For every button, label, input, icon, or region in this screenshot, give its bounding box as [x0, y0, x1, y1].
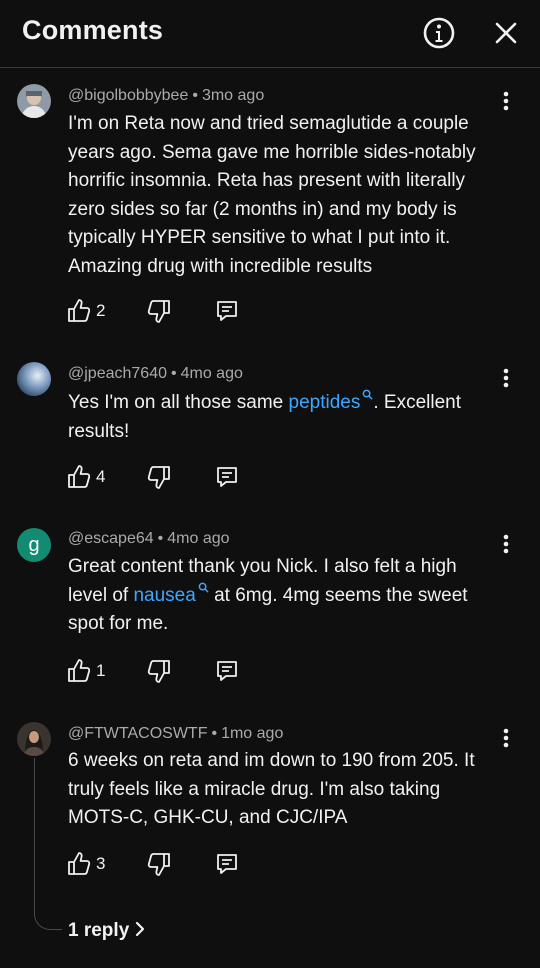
page-title: Comments: [22, 15, 164, 45]
thumb-down-icon[interactable]: [146, 464, 172, 490]
comment-time: 3mo ago: [201, 87, 265, 104]
like-count: 3: [96, 854, 106, 873]
thumb-down-icon[interactable]: [146, 298, 172, 324]
comment-text: Great content thank you Nick. I also fel…: [68, 553, 498, 639]
comment-meta: @bigolbobbybee • 3mo ago: [68, 87, 265, 104]
view-replies-button[interactable]: 1 reply: [68, 920, 147, 942]
more-vert-icon[interactable]: [496, 725, 516, 753]
comment-time: 1mo ago: [221, 725, 284, 742]
avatar[interactable]: [17, 362, 51, 396]
comments-header: Comments: [0, 0, 540, 68]
thumb-up-icon[interactable]: [66, 658, 92, 684]
comment-text: Yes I'm on all those same peptides. Exce…: [68, 389, 498, 446]
close-icon[interactable]: [489, 16, 523, 50]
avatar[interactable]: g: [17, 528, 51, 562]
like-count: 1: [96, 661, 106, 680]
comment-author[interactable]: @bigolbobbybee: [68, 87, 188, 104]
thumb-down-icon[interactable]: [146, 851, 172, 877]
reply-comment-icon[interactable]: [214, 298, 240, 324]
comment-text-content: 6 weeks on reta and im down to 190 from …: [68, 750, 475, 828]
thumb-up-icon[interactable]: [66, 851, 92, 877]
comment-meta: @jpeach7640 • 4mo ago: [68, 365, 243, 382]
comment-text: 6 weeks on reta and im down to 190 from …: [68, 747, 500, 833]
comment-time: 4mo ago: [167, 530, 230, 547]
search-icon: [362, 389, 373, 400]
link-text[interactable]: peptides: [289, 392, 361, 413]
replies-label[interactable]: 1 reply: [68, 920, 129, 941]
like-count: 2: [96, 301, 106, 320]
more-vert-icon[interactable]: [496, 531, 516, 559]
avatar[interactable]: [17, 722, 51, 756]
comment-author[interactable]: @FTWTACOSWTF: [68, 725, 207, 742]
comment-meta: @FTWTACOSWTF • 1mo ago: [68, 725, 284, 742]
reply-comment-icon[interactable]: [214, 851, 240, 877]
comment-author[interactable]: @escape64: [68, 530, 154, 547]
chevron-right-icon: [136, 921, 145, 937]
comment-author[interactable]: @jpeach7640: [68, 365, 167, 382]
comment-text-content: Yes I'm on all those same: [68, 392, 289, 413]
comment-meta: @escape64 • 4mo ago: [68, 530, 230, 547]
search-icon: [198, 582, 209, 593]
comment-text: I'm on Reta now and tried semaglutide a …: [68, 110, 498, 281]
reply-comment-icon[interactable]: [214, 658, 240, 684]
like-count: 4: [96, 467, 106, 486]
info-icon[interactable]: [422, 16, 456, 50]
more-vert-icon[interactable]: [496, 88, 516, 116]
reply-comment-icon[interactable]: [214, 464, 240, 490]
search-link-nausea[interactable]: nausea: [133, 582, 209, 606]
more-vert-icon[interactable]: [496, 365, 516, 393]
thumb-down-icon[interactable]: [146, 658, 172, 684]
comment-text-content: I'm on Reta now and tried semaglutide a …: [68, 113, 476, 277]
comment-time: 4mo ago: [180, 365, 243, 382]
reply-thread-line: [34, 758, 62, 930]
link-text[interactable]: nausea: [133, 585, 195, 606]
search-link-peptides[interactable]: peptides: [289, 389, 374, 413]
thumb-up-icon[interactable]: [66, 464, 92, 490]
thumb-up-icon[interactable]: [66, 298, 92, 324]
avatar[interactable]: [17, 84, 51, 118]
